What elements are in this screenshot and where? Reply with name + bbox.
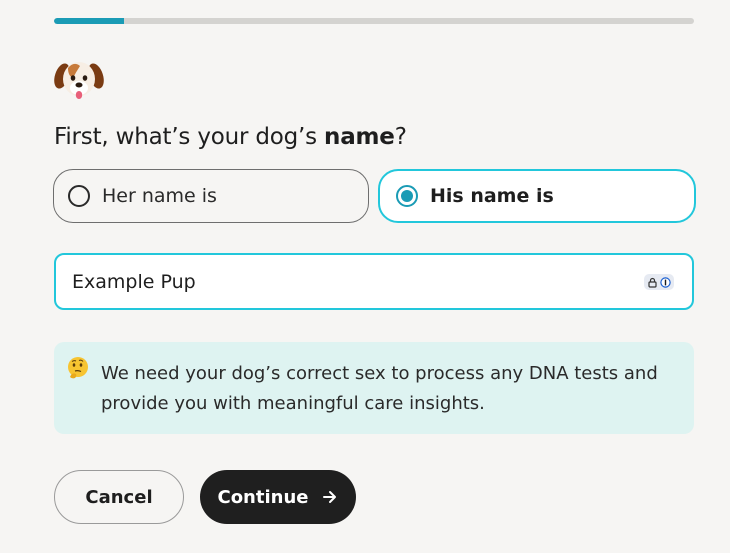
question-emphasis: name [324,124,395,150]
info-text: We need your dog’s correct sex to proces… [101,363,658,414]
password-manager-icon[interactable] [644,274,674,290]
sex-option-his-label: His name is [430,185,554,207]
question-prefix: First, what’s your dog’s [54,124,325,150]
radio-button-selected[interactable] [396,185,418,207]
continue-button-label: Continue [217,486,309,508]
info-callout: We need your dog’s correct sex to proces… [54,342,694,434]
dog-face-icon [54,56,104,102]
sex-option-her-label: Her name is [102,185,217,207]
progress-bar [54,18,694,24]
sex-option-her[interactable]: Her name is [53,169,369,223]
question-suffix: ? [394,124,407,150]
page-title: First, what’s your dog’s name? [54,124,407,150]
arrow-right-icon [321,488,339,506]
radio-button-unselected[interactable] [68,185,90,207]
dog-name-input[interactable] [72,270,632,293]
continue-button[interactable]: Continue [200,470,356,524]
radio-dot-icon [401,190,413,202]
dog-name-field[interactable] [54,253,694,310]
cancel-button[interactable]: Cancel [54,470,184,524]
onboarding-page: First, what’s your dog’s name? Her name … [0,0,730,553]
cancel-button-label: Cancel [85,486,153,508]
progress-bar-fill [54,18,125,24]
thinking-face-icon [66,356,90,380]
sex-option-his[interactable]: His name is [378,169,696,223]
